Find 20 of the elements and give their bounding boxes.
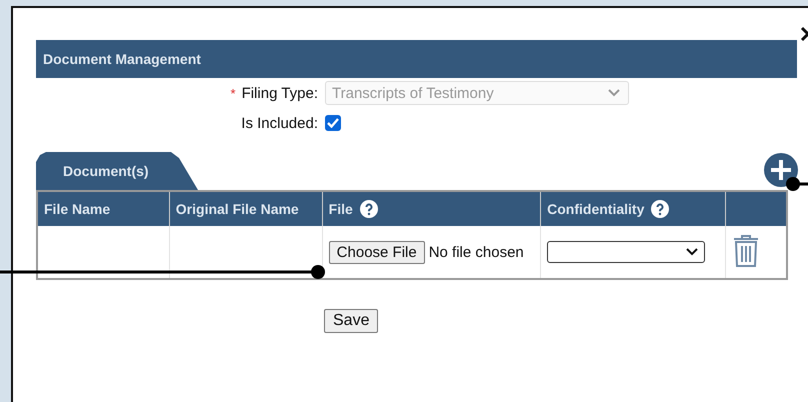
help-icon[interactable]: [651, 200, 670, 218]
callout-line: [785, 176, 808, 192]
included-checkbox[interactable]: [325, 115, 341, 131]
required-mark: *: [230, 86, 236, 100]
chevron-down-icon: [686, 248, 698, 256]
tab[interactable]: Document(s): [36, 152, 198, 190]
column-header: Original File Name: [169, 191, 322, 226]
panel-header: Document Management: [36, 40, 797, 78]
help-icon[interactable]: [360, 200, 378, 218]
save-button[interactable]: Save: [324, 309, 378, 333]
choose-file-button[interactable]: Choose File: [328, 240, 425, 264]
trash-icon[interactable]: [732, 234, 760, 268]
column-header: File: [322, 191, 541, 226]
column-header: File Name: [37, 191, 170, 226]
chevron-down-icon: [608, 89, 620, 97]
field-label: Filing Type:: [242, 84, 318, 102]
confidentiality-dropdown[interactable]: [547, 241, 706, 263]
field-label: Is Included:: [241, 114, 318, 132]
file-status-text: No file chosen: [428, 244, 524, 260]
column-header: Confidentiality: [540, 191, 726, 226]
